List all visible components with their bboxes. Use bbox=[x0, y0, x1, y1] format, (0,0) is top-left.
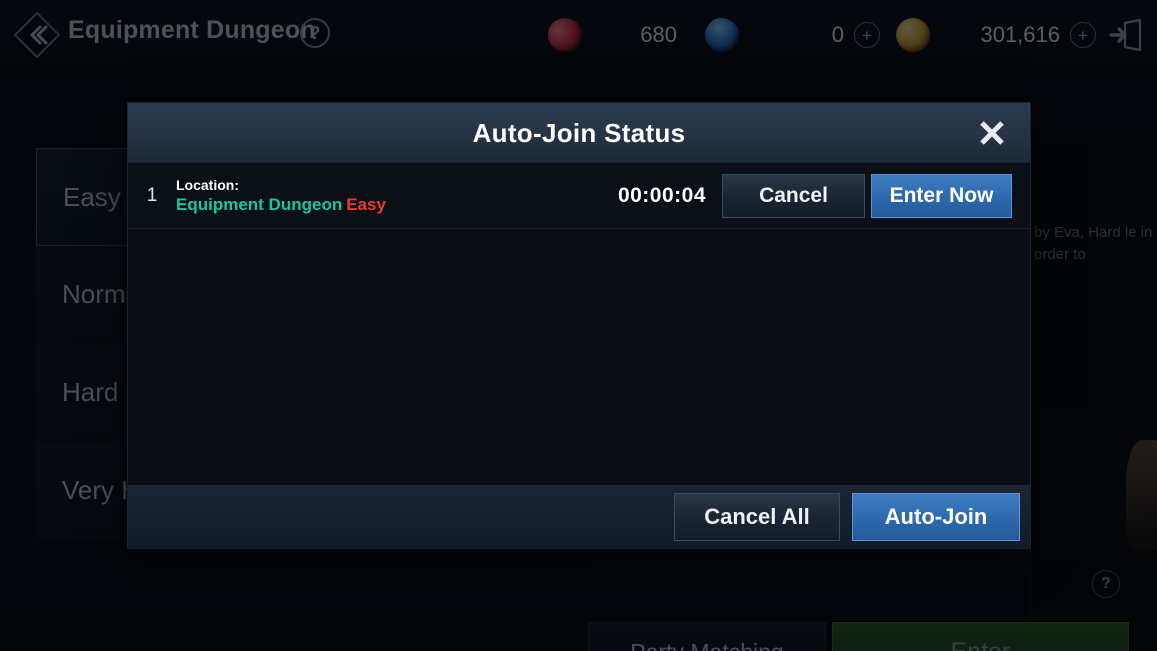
auto-join-status-dialog: Auto-Join Status 1 Location: Equipment D… bbox=[128, 103, 1030, 548]
cancel-button[interactable]: Cancel bbox=[722, 173, 865, 218]
queue-row: 1 Location: Equipment Dungeon Easy 00:00:… bbox=[128, 163, 1030, 229]
dialog-title: Auto-Join Status bbox=[472, 118, 686, 148]
dialog-footer: Cancel All Auto-Join bbox=[128, 485, 1030, 548]
location-label: Location: bbox=[176, 176, 239, 193]
cancel-all-button[interactable]: Cancel All bbox=[674, 493, 840, 541]
enter-now-button[interactable]: Enter Now bbox=[871, 173, 1012, 218]
location-name: Equipment Dungeon bbox=[176, 194, 343, 214]
location-value: Equipment Dungeon Easy bbox=[176, 194, 618, 215]
game-screen: Easy Required Level 20 Normal Required L… bbox=[0, 0, 1157, 651]
dialog-body: 1 Location: Equipment Dungeon Easy 00:00:… bbox=[128, 163, 1030, 485]
close-x-icon[interactable] bbox=[974, 115, 1010, 151]
queue-timer: 00:00:04 bbox=[617, 183, 706, 207]
queue-index: 1 bbox=[146, 184, 158, 206]
queue-location: Location: Equipment Dungeon Easy bbox=[176, 177, 618, 215]
dialog-header: Auto-Join Status bbox=[128, 103, 1030, 163]
auto-join-button[interactable]: Auto-Join bbox=[852, 493, 1020, 541]
location-difficulty: Easy bbox=[346, 194, 386, 214]
